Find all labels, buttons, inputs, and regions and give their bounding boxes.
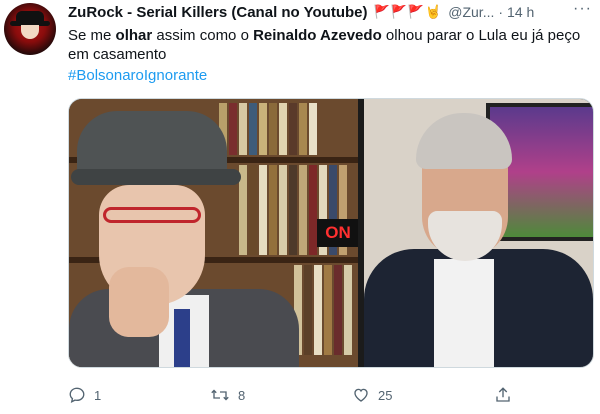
person-hand [109, 267, 169, 337]
share-button[interactable] [494, 386, 520, 404]
tweet-header: ZuRock - Serial Killers (Canal no Youtub… [68, 1, 590, 23]
person-shirt [434, 259, 494, 367]
author-flags: 🚩🚩🚩🤘 [373, 4, 443, 19]
retweet-button[interactable]: 8 [210, 386, 352, 404]
reply-button[interactable]: 1 [68, 386, 210, 404]
books [219, 103, 317, 155]
person-glasses [103, 207, 201, 223]
tweet-media[interactable]: ON [68, 98, 594, 368]
avatar[interactable] [4, 3, 56, 55]
avatar-face [21, 25, 39, 39]
person-hat-brim [71, 169, 241, 185]
tweet-text: Se me olhar assim como o Reinaldo Azeved… [68, 26, 588, 64]
retweet-icon [211, 389, 229, 401]
author-handle[interactable]: @Zur... [448, 4, 494, 20]
author-name[interactable]: ZuRock - Serial Killers (Canal no Youtub… [68, 4, 368, 21]
more-icon[interactable]: ··· [573, 0, 592, 18]
like-button[interactable]: 25 [352, 386, 494, 404]
reply-icon [69, 387, 85, 404]
text-bold-part: olhar [115, 27, 153, 44]
books [294, 265, 352, 355]
media-right-panel [364, 99, 593, 367]
heart-icon [354, 388, 368, 402]
text-bold-part: Reinaldo Azevedo [253, 27, 382, 44]
hashtag-link[interactable]: #BolsonaroIgnorante [68, 67, 207, 84]
on-sign: ON [317, 219, 358, 247]
reply-count: 1 [94, 387, 102, 403]
person-tie [174, 309, 190, 367]
text-part: Se me [68, 27, 116, 44]
tweet-time[interactable]: 14 h [507, 4, 534, 20]
retweet-count: 8 [238, 387, 246, 403]
like-count: 25 [378, 387, 393, 403]
share-icon [496, 387, 510, 402]
text-part: assim como o [152, 27, 254, 44]
action-bar: 1 8 25 [68, 383, 592, 407]
separator-dot: · [498, 4, 504, 20]
media-left-panel: ON [69, 99, 358, 367]
